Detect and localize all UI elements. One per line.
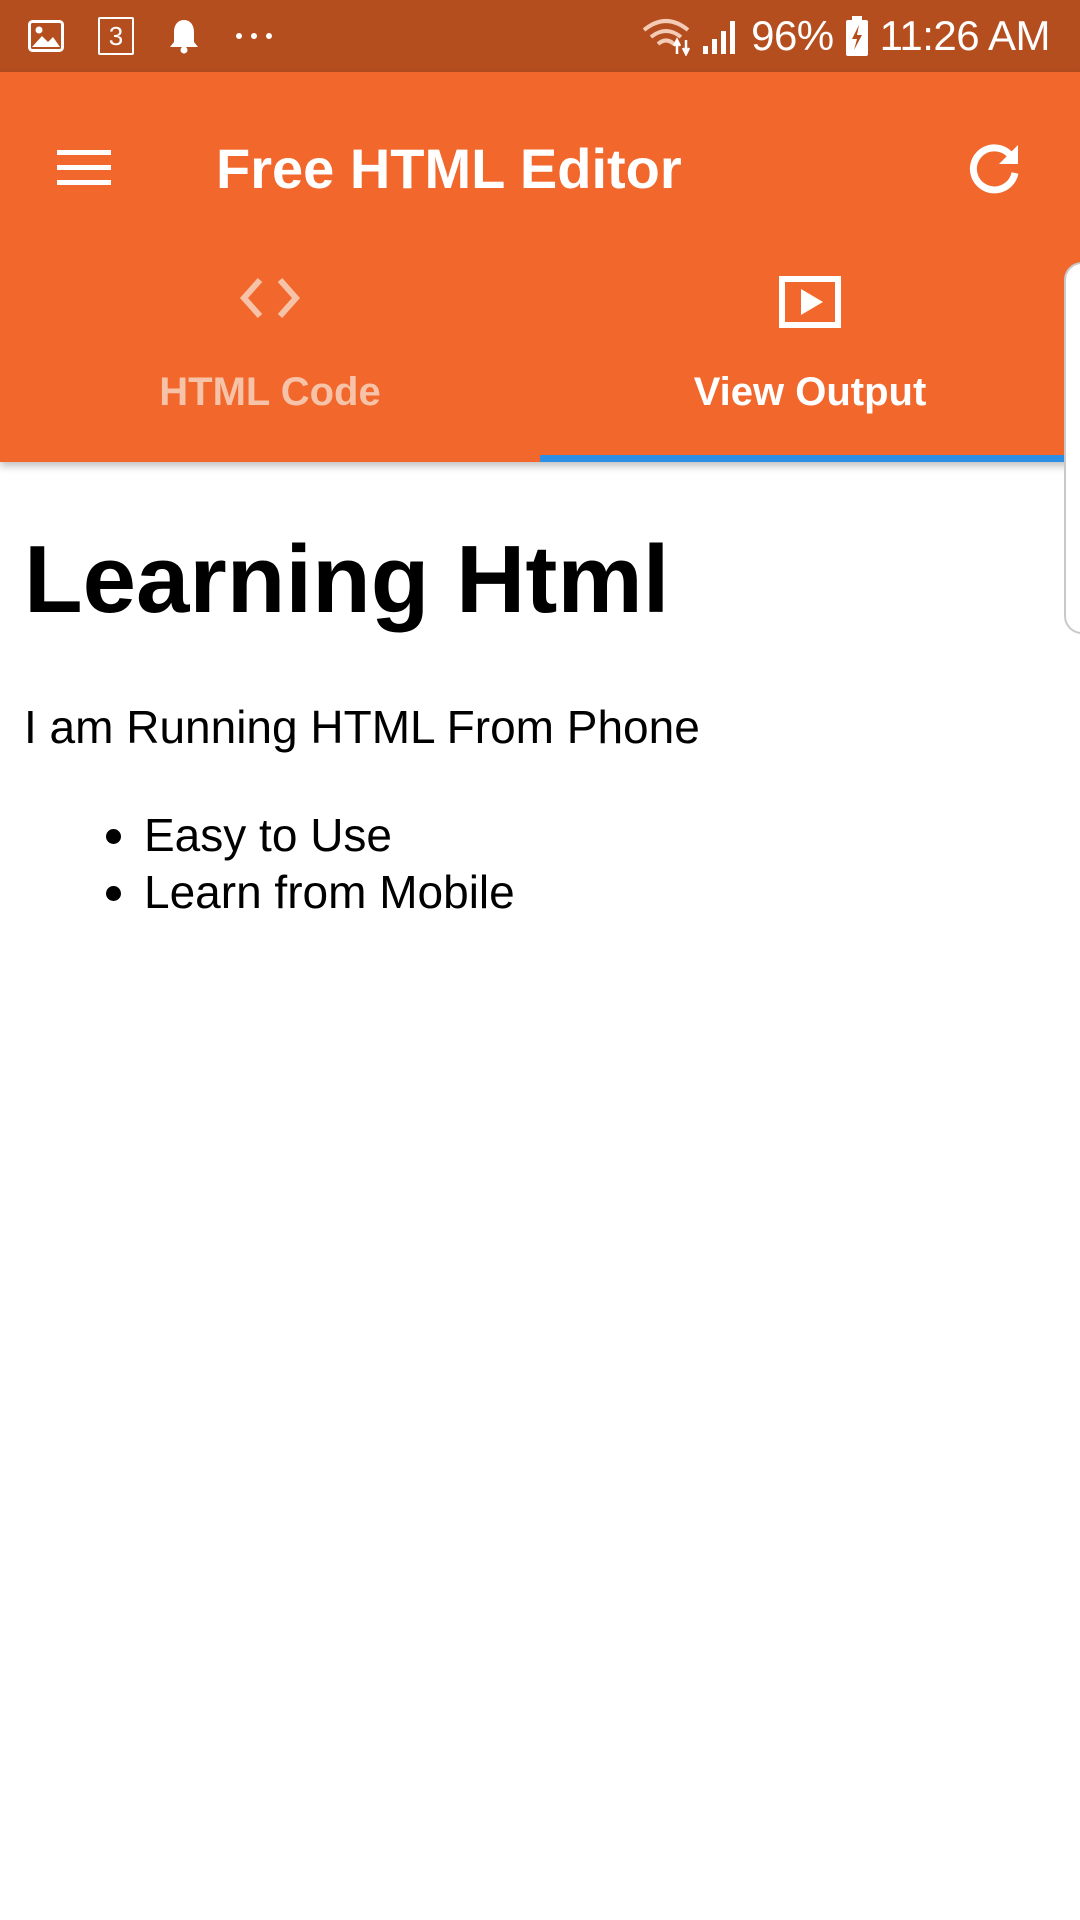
list-item: Learn from Mobile xyxy=(104,864,515,921)
tab-view-output-icon-wrap xyxy=(540,276,1080,328)
code-brackets-icon xyxy=(239,278,301,318)
list-item: Easy to Use xyxy=(104,807,515,864)
gallery-icon xyxy=(28,20,64,52)
tab-html-code-icon-wrap xyxy=(0,276,540,320)
hamburger-menu-icon xyxy=(57,150,111,185)
tab-view-output[interactable]: View Output xyxy=(540,190,1080,414)
tab-html-code-label: HTML Code xyxy=(159,370,381,414)
wifi-icon xyxy=(642,19,691,56)
signal-icon xyxy=(703,21,736,54)
battery-charging-icon xyxy=(845,16,868,56)
play-screen-icon xyxy=(779,276,841,328)
output-heading: Learning Html xyxy=(24,526,670,633)
refresh-icon xyxy=(969,144,1019,194)
output-list: Easy to Use Learn from Mobile xyxy=(104,807,515,921)
bell-icon xyxy=(170,20,198,54)
output-paragraph: I am Running HTML From Phone xyxy=(24,701,700,753)
status-left-icons: 3 xyxy=(28,0,274,72)
edge-panel-handle[interactable] xyxy=(1064,262,1080,634)
tab-html-code[interactable]: HTML Code xyxy=(0,190,540,414)
tab-view-output-label: View Output xyxy=(693,370,927,414)
clock-time: 11:26 AM xyxy=(879,12,1051,59)
notification-badge-count: 3 xyxy=(108,20,124,51)
status-right-indicators: 96% 11:26 AM xyxy=(641,0,1051,72)
battery-percentage: 96% xyxy=(751,12,834,59)
more-dots-icon xyxy=(236,33,272,39)
selected-tab-indicator xyxy=(540,455,1080,462)
calendar-badge-icon: 3 xyxy=(98,17,134,55)
status-bar: 3 96% 11:26 AM xyxy=(0,0,1080,72)
